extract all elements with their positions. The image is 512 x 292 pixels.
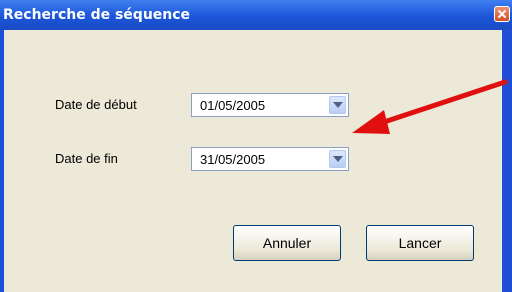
start-date-combo[interactable]: 01/05/2005 xyxy=(191,93,349,117)
start-date-value: 01/05/2005 xyxy=(200,98,266,113)
window-title: Recherche de séquence xyxy=(3,7,191,23)
chevron-down-icon[interactable] xyxy=(329,96,346,114)
chevron-down-icon[interactable] xyxy=(329,150,346,168)
end-date-label: Date de fin xyxy=(55,151,118,166)
start-date-label: Date de début xyxy=(55,97,137,112)
end-date-combo[interactable]: 31/05/2005 xyxy=(191,147,349,171)
cancel-button[interactable]: Annuler xyxy=(233,225,341,261)
launch-button[interactable]: Lancer xyxy=(366,225,474,261)
dialog-window: Recherche de séquence Date de début 01/0… xyxy=(0,0,512,292)
title-bar[interactable]: Recherche de séquence xyxy=(0,0,512,30)
close-icon[interactable] xyxy=(494,6,510,22)
end-date-value: 31/05/2005 xyxy=(200,152,266,167)
dialog-body: Date de début 01/05/2005 Date de fin 31/… xyxy=(4,30,502,292)
